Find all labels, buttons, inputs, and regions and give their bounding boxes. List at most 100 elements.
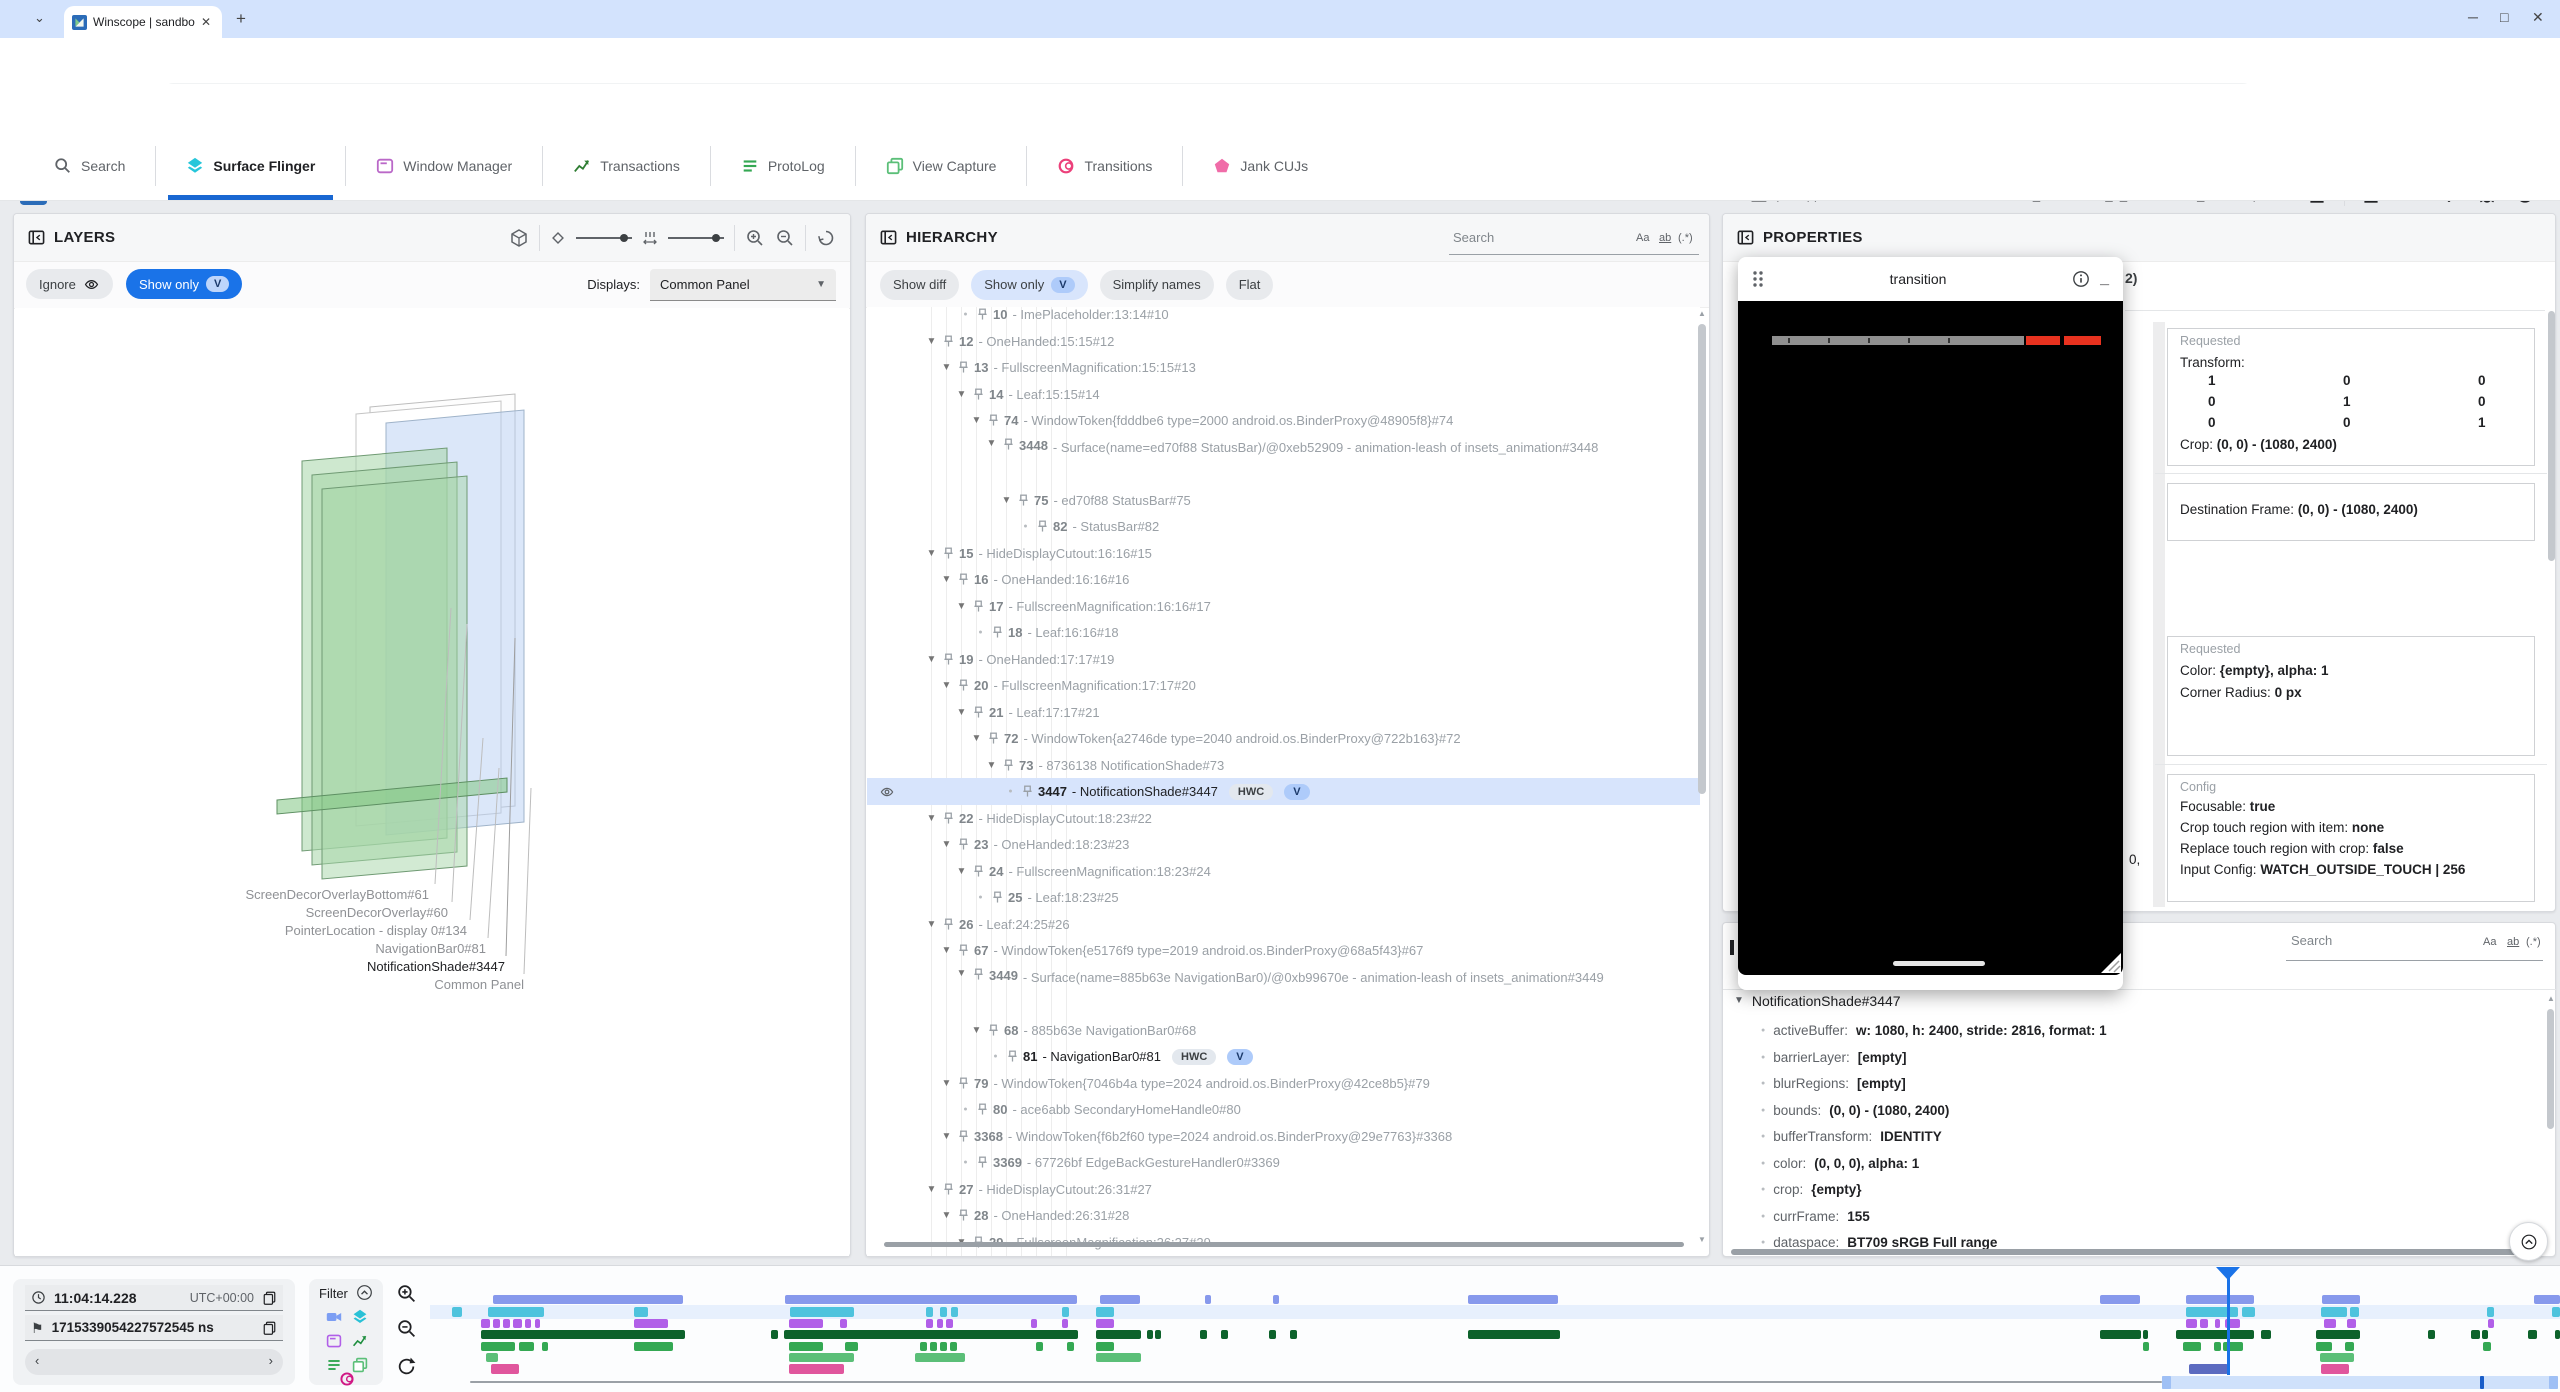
- layer-label[interactable]: ScreenDecorOverlayBottom#61: [245, 887, 429, 902]
- reset-view-icon[interactable]: [816, 228, 836, 248]
- zoom-out-icon[interactable]: [775, 228, 795, 248]
- pin-icon[interactable]: [943, 653, 954, 666]
- hierarchy-node-18[interactable]: ●18- Leaf:16:16#18: [867, 619, 1700, 646]
- pin-icon[interactable]: [1022, 785, 1033, 798]
- window-manager-trace-icon[interactable]: [326, 1333, 342, 1349]
- regex-icon[interactable]: (.*): [1678, 232, 1693, 244]
- trace-segment-protolog[interactable]: [789, 1342, 823, 1351]
- pin-icon[interactable]: [958, 838, 969, 851]
- hierarchy-node-81[interactable]: ●81- NavigationBar0#81HWCV: [867, 1043, 1700, 1070]
- trace-segment-transitions[interactable]: [2321, 1364, 2349, 1374]
- pin-icon[interactable]: [988, 1024, 999, 1037]
- expand-arrow-icon[interactable]: ▼: [970, 1025, 983, 1036]
- pin-icon[interactable]: [973, 968, 984, 981]
- pin-icon[interactable]: [958, 1130, 969, 1143]
- hierarchy-node-13[interactable]: ▼13- FullscreenMagnification:15:15#13: [867, 354, 1700, 381]
- trace-segment-protolog[interactable]: [920, 1342, 927, 1351]
- hierarchy-node-79[interactable]: ▼79- WindowToken{7046b4a type=2024 andro…: [867, 1070, 1700, 1097]
- trace-segment-surface-flinger[interactable]: [790, 1307, 854, 1317]
- trace-segment-window-manager[interactable]: [1096, 1319, 1114, 1328]
- trace-segment-transitions-alt[interactable]: [2189, 1364, 2228, 1374]
- hierarchy-node-3368[interactable]: ▼3368- WindowToken{f6b2f60 type=2024 and…: [867, 1123, 1700, 1150]
- hierarchy-node-25[interactable]: ●25- Leaf:18:23#25: [867, 884, 1700, 911]
- pin-icon[interactable]: [973, 600, 984, 613]
- layer-label[interactable]: Common Panel: [434, 977, 524, 992]
- pin-icon[interactable]: [943, 547, 954, 560]
- trace-segment-surface-flinger[interactable]: [1062, 1307, 1069, 1317]
- pin-icon[interactable]: [988, 732, 999, 745]
- trace-segment-window-manager[interactable]: [1062, 1319, 1068, 1328]
- trace-segment-screen-recording[interactable]: [1468, 1295, 1558, 1304]
- nav-tab-protolog[interactable]: ProtoLog: [711, 146, 856, 186]
- trace-segment-window-manager[interactable]: [525, 1319, 531, 1328]
- trace-segment-screen-recording[interactable]: [1205, 1295, 1211, 1304]
- pin-icon[interactable]: [973, 865, 984, 878]
- trace-segment-surface-flinger[interactable]: [1096, 1307, 1114, 1317]
- trace-segment-transactions[interactable]: [2555, 1330, 2560, 1339]
- pin-icon[interactable]: [943, 1183, 954, 1196]
- pin-icon[interactable]: [977, 308, 988, 321]
- trace-segment-transactions[interactable]: [1155, 1330, 1161, 1339]
- trace-segment-transactions[interactable]: [1200, 1330, 1207, 1339]
- expand-arrow-icon[interactable]: ▼: [925, 548, 938, 559]
- scroll-down-arrow[interactable]: ▼: [1698, 1236, 1706, 1244]
- show-only-v-toggle[interactable]: Show only V: [126, 269, 242, 299]
- property-row-barrierLayer[interactable]: ●barrierLayer:[empty]: [1761, 1050, 1907, 1065]
- hierarchy-node-3447[interactable]: ●3447- NotificationShade#3447HWCV: [867, 778, 1700, 805]
- trace-segment-protolog[interactable]: [1096, 1342, 1114, 1351]
- trace-segment-view-capture[interactable]: [789, 1353, 854, 1362]
- trace-segment-screen-recording[interactable]: [493, 1295, 683, 1304]
- spacing-slider[interactable]: [668, 237, 724, 239]
- pin-icon[interactable]: [1003, 759, 1014, 772]
- trace-segment-protolog[interactable]: [1036, 1342, 1043, 1351]
- layers-3d-canvas[interactable]: ScreenDecorOverlayBottom#61 ScreenDecorOv…: [15, 308, 849, 1256]
- expand-arrow-icon[interactable]: ▼: [955, 707, 968, 718]
- scroll-up-arrow[interactable]: ▲: [2547, 995, 2555, 1003]
- layer-label[interactable]: ScreenDecorOverlay#60: [306, 905, 448, 920]
- horizontal-scrollbar[interactable]: [884, 1242, 1684, 1247]
- trace-segment-surface-flinger[interactable]: [926, 1307, 933, 1317]
- pin-icon[interactable]: [943, 335, 954, 348]
- copy-icon[interactable]: [262, 1290, 277, 1305]
- pin-icon[interactable]: [992, 626, 1003, 639]
- layer-label[interactable]: PointerLocation - display 0#134: [285, 923, 467, 938]
- nav-tab-surface-flinger[interactable]: Surface Flinger: [156, 146, 346, 186]
- hierarchy-node-68[interactable]: ▼68- 885b63e NavigationBar0#68: [867, 1017, 1700, 1044]
- tab-close-icon[interactable]: ✕: [201, 16, 211, 28]
- drag-handle-icon[interactable]: [1752, 270, 1764, 288]
- window-maximize-button[interactable]: □: [2500, 10, 2508, 24]
- timeline-cursor[interactable]: [2227, 1271, 2230, 1375]
- expand-arrow-icon[interactable]: ▼: [940, 839, 953, 850]
- expand-arrow-icon[interactable]: ▼: [955, 389, 968, 400]
- tab-search-icon[interactable]: ⌄: [34, 11, 45, 24]
- trace-segment-window-manager[interactable]: [503, 1319, 510, 1328]
- trace-segment-transitions[interactable]: [491, 1364, 519, 1374]
- trace-segment-view-capture[interactable]: [486, 1353, 498, 1362]
- trace-segment-surface-flinger[interactable]: [2350, 1307, 2359, 1317]
- hierarchy-node-74[interactable]: ▼74- WindowToken{fdddbe6 type=2000 andro…: [867, 407, 1700, 434]
- trace-segment-screen-recording[interactable]: [2534, 1295, 2560, 1304]
- hierarchy-search-input[interactable]: Search: [1453, 230, 1494, 245]
- expand-arrow-icon[interactable]: ▼: [970, 415, 983, 426]
- trace-segment-view-capture[interactable]: [915, 1353, 965, 1362]
- flat-toggle[interactable]: Flat: [1226, 270, 1274, 300]
- hierarchy-node-3369[interactable]: ●3369- 67726bf EdgeBackGestureHandler0#3…: [867, 1149, 1700, 1176]
- show-diff-toggle[interactable]: Show diff: [880, 270, 959, 300]
- property-row-activeBuffer[interactable]: ●activeBuffer:w: 1080, h: 2400, stride: …: [1761, 1023, 2107, 1038]
- layer-label[interactable]: NotificationShade#3447: [367, 959, 505, 974]
- panel-collapse-icon[interactable]: [880, 229, 897, 246]
- expand-arrow-icon[interactable]: ▼: [925, 336, 938, 347]
- trace-segment-protolog[interactable]: [950, 1342, 957, 1351]
- ignore-toggle[interactable]: Ignore: [26, 269, 113, 299]
- pin-icon[interactable]: [943, 812, 954, 825]
- hierarchy-node-24[interactable]: ▼24- FullscreenMagnification:18:23#24: [867, 858, 1700, 885]
- pin-icon[interactable]: [943, 918, 954, 931]
- trace-segment-surface-flinger[interactable]: [2242, 1307, 2255, 1317]
- ns-time-field[interactable]: ⚑ 1715339054227572545 ns: [25, 1315, 283, 1341]
- simplify-names-toggle[interactable]: Simplify names: [1100, 270, 1214, 300]
- pin-icon[interactable]: [958, 679, 969, 692]
- trace-segment-window-manager[interactable]: [481, 1319, 490, 1328]
- trace-segment-screen-recording[interactable]: [1273, 1295, 1279, 1304]
- hierarchy-node-73[interactable]: ▼73- 8736138 NotificationShade#73: [867, 752, 1700, 779]
- pin-icon[interactable]: [992, 891, 1003, 904]
